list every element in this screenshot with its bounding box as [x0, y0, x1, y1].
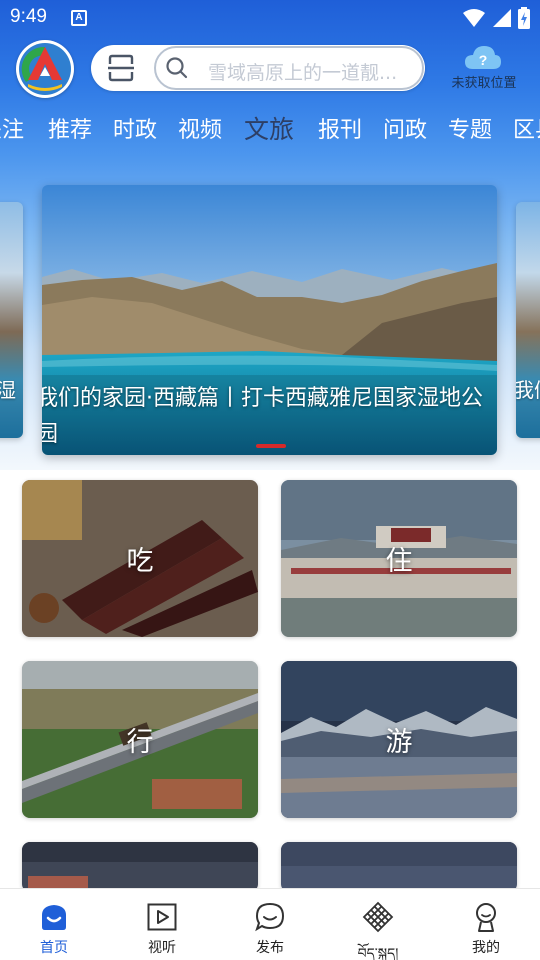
- banner-peek-right[interactable]: 我们: [516, 202, 540, 438]
- category-eat-label: 吃: [126, 546, 154, 577]
- tab-inquiry[interactable]: 问政: [383, 112, 427, 144]
- banner-caption: 我们的家园·西藏篇丨打卡西藏雅尼国家湿地公园: [42, 386, 483, 447]
- channel-tabs: 关注 推荐 时政 视频 文旅 报刊 问政 专题 区县: [0, 112, 540, 152]
- status-time: 9:49: [10, 6, 47, 27]
- category-card-6[interactable]: [281, 842, 517, 892]
- featured-banner[interactable]: 我们的家园·西藏篇丨打卡西藏雅尼国家湿地公园: [42, 185, 497, 455]
- category-eat[interactable]: 吃: [22, 480, 258, 637]
- tab-newspaper[interactable]: 报刊: [318, 112, 362, 144]
- bottom-navigation: 首页 视听 发布 བོད་སྐད། 我的: [0, 888, 540, 960]
- nav-mine[interactable]: 我的: [446, 889, 526, 960]
- category-stay-label: 住: [385, 546, 413, 577]
- tab-politics[interactable]: 时政: [113, 112, 157, 144]
- search-icon: [166, 57, 188, 79]
- logo-icon: [19, 43, 71, 95]
- search-placeholder: 雪域高原上的一道靓...: [208, 62, 398, 82]
- app-logo[interactable]: [16, 40, 74, 98]
- tab-special[interactable]: 专题: [448, 112, 492, 144]
- tab-video[interactable]: 视频: [178, 112, 222, 144]
- status-bar: 9:49 A: [0, 0, 540, 36]
- banner-peek-left-caption: 湿: [0, 378, 16, 402]
- category-travel-label: 行: [126, 727, 154, 758]
- category-card-5-image: [22, 842, 258, 892]
- svg-text:?: ?: [479, 52, 488, 68]
- nav-publish[interactable]: 发布: [230, 889, 310, 960]
- signal-icon: [493, 9, 511, 27]
- tab-county[interactable]: 区县: [513, 112, 540, 144]
- location-cloud-icon[interactable]: ?: [463, 42, 503, 72]
- scan-icon[interactable]: [106, 53, 136, 83]
- category-card-5[interactable]: [22, 842, 258, 892]
- nav-home[interactable]: 首页: [14, 889, 94, 960]
- tab-culture-tourism[interactable]: 文旅: [244, 110, 294, 146]
- nav-tibetan[interactable]: བོད་སྐད།: [338, 889, 418, 960]
- play-icon: [147, 903, 177, 931]
- category-card-6-image: [281, 842, 517, 892]
- category-stay[interactable]: 住: [281, 480, 517, 637]
- endless-knot-icon: [362, 901, 394, 933]
- nav-publish-label: 发布: [256, 940, 284, 956]
- nav-mine-label: 我的: [472, 940, 500, 956]
- category-travel[interactable]: 行: [22, 661, 258, 818]
- wifi-icon: [463, 9, 485, 27]
- nav-audio-video-label: 视听: [148, 940, 176, 956]
- category-tour-label: 游: [385, 727, 413, 758]
- tab-follow[interactable]: 关注: [0, 112, 24, 144]
- banner-peek-left[interactable]: 湿: [0, 202, 23, 438]
- banner-peek-right-caption: 我们: [516, 378, 540, 402]
- profile-icon: [476, 903, 496, 932]
- chat-icon: [255, 902, 285, 932]
- home-icon: [42, 905, 66, 930]
- nav-audio-video[interactable]: 视听: [122, 889, 202, 960]
- nav-tibetan-label: བོད་སྐད།: [357, 946, 399, 960]
- tab-recommend[interactable]: 推荐: [48, 112, 92, 144]
- location-label[interactable]: 未获取位置: [446, 72, 522, 91]
- battery-icon: [518, 7, 530, 29]
- notification-icon: A: [71, 10, 87, 26]
- carousel-indicator: [256, 444, 286, 448]
- nav-home-label: 首页: [40, 940, 68, 956]
- category-tour[interactable]: 游: [281, 661, 517, 818]
